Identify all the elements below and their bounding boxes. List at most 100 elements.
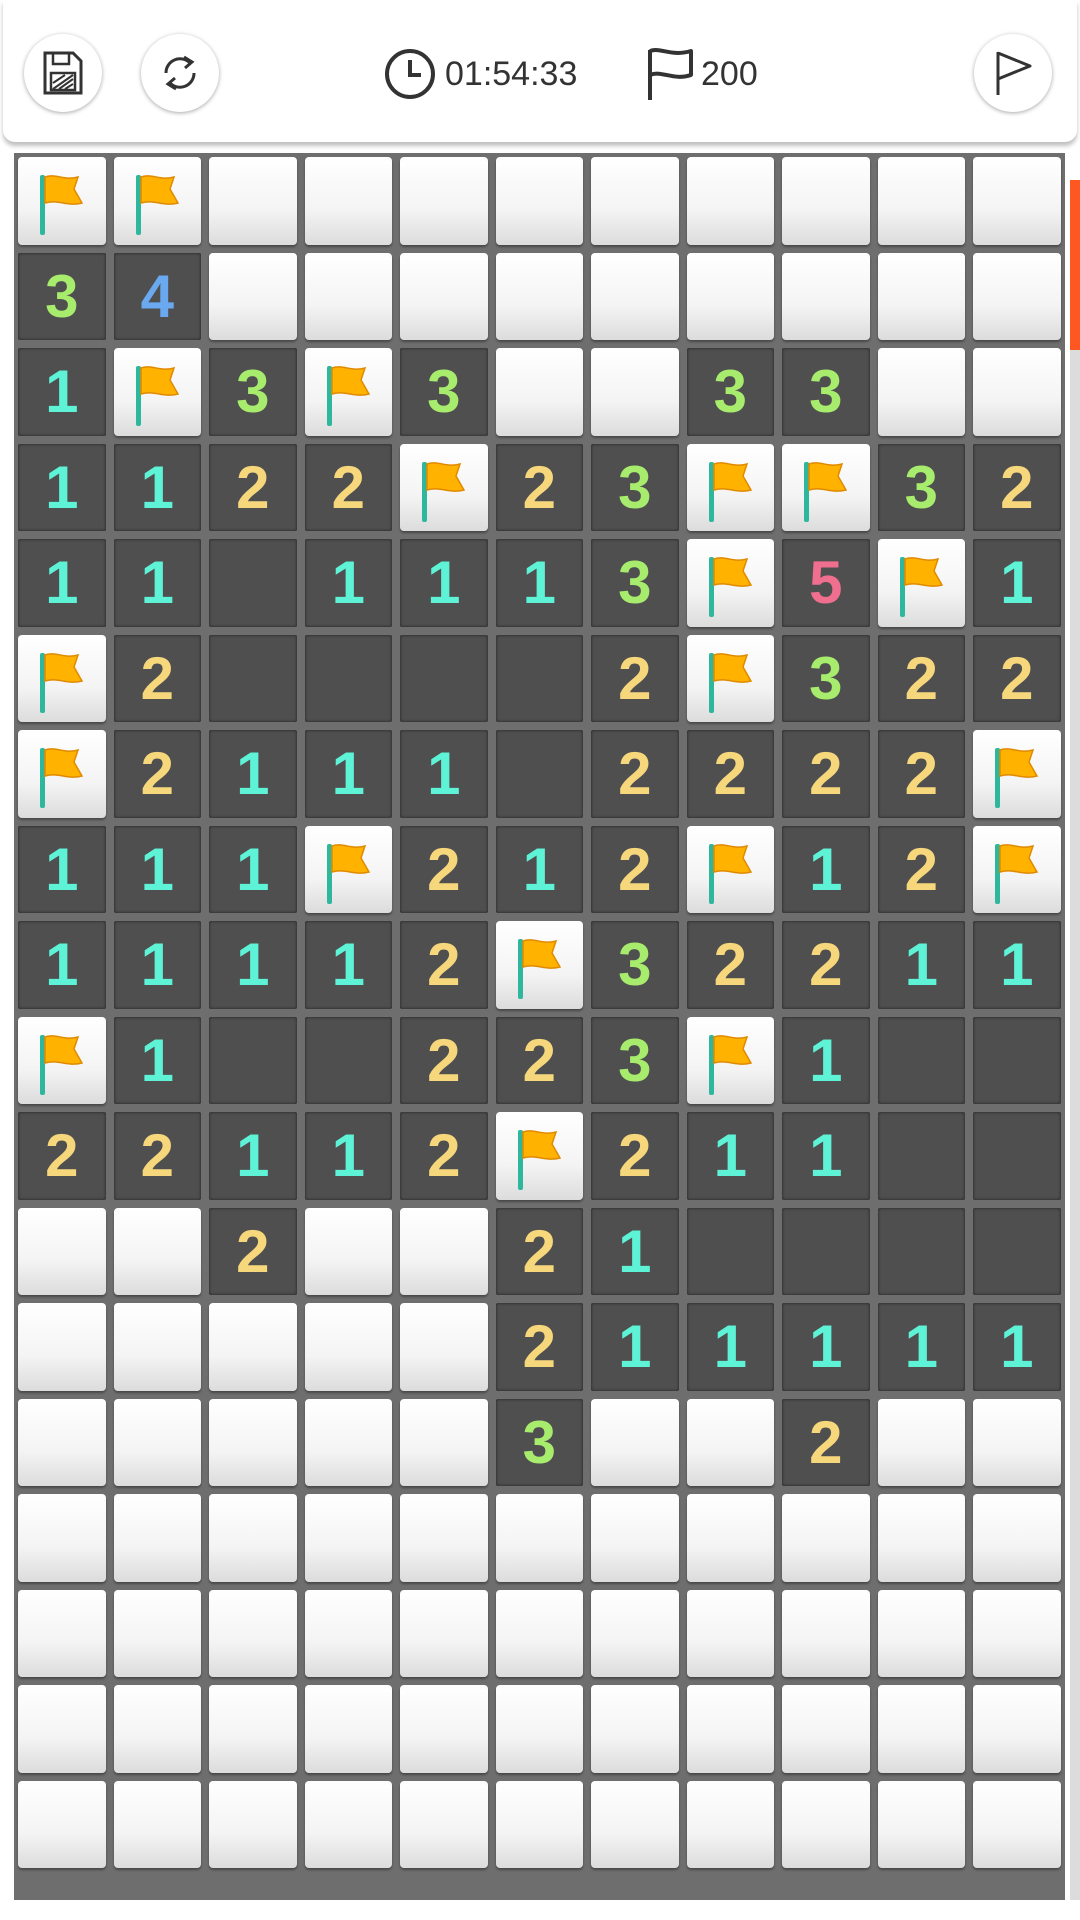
empty-cell[interactable] [877, 1016, 965, 1104]
number-cell[interactable]: 2 [495, 443, 583, 531]
empty-cell[interactable] [973, 1112, 1061, 1200]
number-cell[interactable]: 3 [782, 634, 870, 722]
number-cell[interactable]: 2 [686, 730, 774, 818]
number-cell[interactable]: 3 [18, 252, 106, 340]
number-cell[interactable]: 1 [877, 1303, 965, 1391]
number-cell[interactable]: 1 [113, 825, 201, 913]
unopened-cell[interactable] [877, 157, 965, 245]
unopened-cell[interactable] [877, 1589, 965, 1677]
number-cell[interactable]: 2 [495, 1303, 583, 1391]
unopened-cell[interactable] [18, 1589, 106, 1677]
number-cell[interactable]: 1 [113, 921, 201, 1009]
flagged-cell[interactable] [304, 348, 392, 436]
unopened-cell[interactable] [591, 1589, 679, 1677]
flagged-cell[interactable] [973, 730, 1061, 818]
number-cell[interactable]: 1 [18, 825, 106, 913]
number-cell[interactable]: 1 [782, 1303, 870, 1391]
number-cell[interactable]: 3 [209, 348, 297, 436]
number-cell[interactable]: 2 [495, 1016, 583, 1104]
number-cell[interactable]: 1 [495, 825, 583, 913]
unopened-cell[interactable] [782, 252, 870, 340]
unopened-cell[interactable] [304, 1780, 392, 1868]
unopened-cell[interactable] [782, 1685, 870, 1773]
flagged-cell[interactable] [495, 1112, 583, 1200]
number-cell[interactable]: 3 [591, 921, 679, 1009]
number-cell[interactable]: 3 [686, 348, 774, 436]
unopened-cell[interactable] [495, 348, 583, 436]
unopened-cell[interactable] [877, 1780, 965, 1868]
number-cell[interactable]: 1 [973, 539, 1061, 627]
unopened-cell[interactable] [209, 1589, 297, 1677]
number-cell[interactable]: 1 [304, 921, 392, 1009]
unopened-cell[interactable] [400, 1780, 488, 1868]
number-cell[interactable]: 2 [591, 825, 679, 913]
unopened-cell[interactable] [209, 157, 297, 245]
number-cell[interactable]: 3 [400, 348, 488, 436]
flagged-cell[interactable] [18, 1016, 106, 1104]
unopened-cell[interactable] [400, 1303, 488, 1391]
number-cell[interactable]: 1 [18, 539, 106, 627]
unopened-cell[interactable] [686, 1780, 774, 1868]
unopened-cell[interactable] [877, 1398, 965, 1486]
empty-cell[interactable] [304, 634, 392, 722]
unopened-cell[interactable] [591, 1494, 679, 1582]
unopened-cell[interactable] [18, 1494, 106, 1582]
unopened-cell[interactable] [686, 157, 774, 245]
number-cell[interactable]: 1 [782, 1016, 870, 1104]
unopened-cell[interactable] [400, 1589, 488, 1677]
number-cell[interactable]: 1 [18, 443, 106, 531]
unopened-cell[interactable] [400, 157, 488, 245]
unopened-cell[interactable] [209, 1303, 297, 1391]
flagged-cell[interactable] [973, 825, 1061, 913]
number-cell[interactable]: 1 [209, 921, 297, 1009]
unopened-cell[interactable] [18, 1780, 106, 1868]
number-cell[interactable]: 1 [400, 539, 488, 627]
unopened-cell[interactable] [495, 1685, 583, 1773]
flagged-cell[interactable] [877, 539, 965, 627]
unopened-cell[interactable] [686, 252, 774, 340]
unopened-cell[interactable] [686, 1685, 774, 1773]
unopened-cell[interactable] [304, 1398, 392, 1486]
unopened-cell[interactable] [209, 1780, 297, 1868]
unopened-cell[interactable] [113, 1589, 201, 1677]
flagged-cell[interactable] [686, 1016, 774, 1104]
unopened-cell[interactable] [782, 157, 870, 245]
unopened-cell[interactable] [18, 1207, 106, 1295]
unopened-cell[interactable] [304, 1685, 392, 1773]
number-cell[interactable]: 2 [113, 730, 201, 818]
unopened-cell[interactable] [782, 1494, 870, 1582]
empty-cell[interactable] [973, 1207, 1061, 1295]
empty-cell[interactable] [209, 634, 297, 722]
number-cell[interactable]: 3 [591, 1016, 679, 1104]
flagged-cell[interactable] [18, 157, 106, 245]
number-cell[interactable]: 1 [18, 921, 106, 1009]
empty-cell[interactable] [400, 634, 488, 722]
flagged-cell[interactable] [113, 348, 201, 436]
unopened-cell[interactable] [400, 1207, 488, 1295]
number-cell[interactable]: 2 [782, 1398, 870, 1486]
unopened-cell[interactable] [304, 157, 392, 245]
unopened-cell[interactable] [877, 348, 965, 436]
empty-cell[interactable] [304, 1016, 392, 1104]
unopened-cell[interactable] [18, 1303, 106, 1391]
unopened-cell[interactable] [495, 1494, 583, 1582]
flagged-cell[interactable] [686, 825, 774, 913]
number-cell[interactable]: 1 [304, 539, 392, 627]
number-cell[interactable]: 1 [877, 921, 965, 1009]
number-cell[interactable]: 2 [400, 1112, 488, 1200]
unopened-cell[interactable] [18, 1398, 106, 1486]
number-cell[interactable]: 2 [591, 634, 679, 722]
unopened-cell[interactable] [591, 252, 679, 340]
number-cell[interactable]: 2 [113, 634, 201, 722]
number-cell[interactable]: 2 [782, 921, 870, 1009]
number-cell[interactable]: 2 [686, 921, 774, 1009]
number-cell[interactable]: 1 [686, 1303, 774, 1391]
number-cell[interactable]: 1 [209, 825, 297, 913]
empty-cell[interactable] [877, 1207, 965, 1295]
unopened-cell[interactable] [973, 1398, 1061, 1486]
number-cell[interactable]: 1 [113, 539, 201, 627]
number-cell[interactable]: 2 [782, 730, 870, 818]
number-cell[interactable]: 3 [591, 443, 679, 531]
unopened-cell[interactable] [400, 1494, 488, 1582]
unopened-cell[interactable] [686, 1398, 774, 1486]
